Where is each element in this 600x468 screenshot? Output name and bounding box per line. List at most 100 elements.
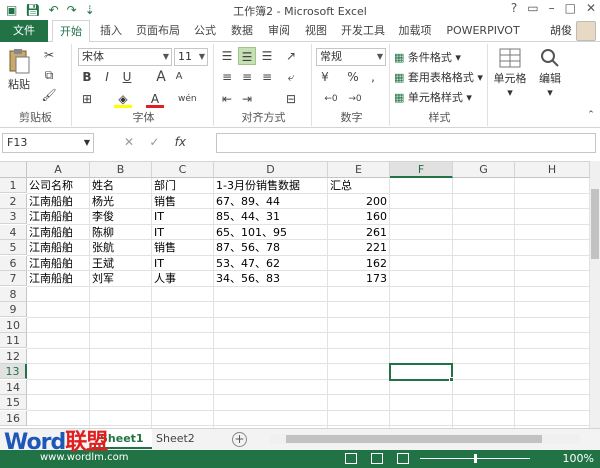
cell-styles-button[interactable]: ▦ 单元格样式 ▾ [394, 89, 472, 105]
row-header-11[interactable]: 11 [0, 333, 27, 348]
tab-data[interactable]: 数据 [225, 20, 259, 42]
cell-d1[interactable]: 1-3月份销售数据 [214, 178, 328, 193]
tab-view[interactable]: 视图 [299, 20, 333, 42]
zoom-level[interactable]: 100% [563, 452, 594, 465]
cell-e2[interactable]: 200 [328, 194, 390, 209]
cell-d2[interactable]: 67、89、44 [214, 194, 328, 209]
currency-icon[interactable]: ¥ [316, 68, 334, 86]
align-left-icon[interactable]: ≡ [218, 68, 236, 86]
cell-e4[interactable]: 261 [328, 225, 390, 240]
maximize-icon[interactable]: □ [565, 1, 576, 15]
column-header-d[interactable]: D [214, 162, 328, 178]
phonetic-button[interactable]: wén [178, 90, 197, 108]
border-icon[interactable]: ⊞ [78, 90, 96, 108]
conditional-format-button[interactable]: ▦ 条件格式 ▾ [394, 49, 461, 65]
format-as-table-button[interactable]: ▦ 套用表格格式 ▾ [394, 69, 483, 85]
merge-center-icon[interactable]: ⊟ [282, 90, 300, 108]
select-all-corner[interactable] [0, 162, 27, 178]
align-top-icon[interactable]: ☰ [218, 47, 236, 65]
editing-button[interactable]: 编辑 ▾ [532, 48, 568, 99]
name-box[interactable]: F13 ▼ [2, 133, 94, 153]
column-header-c[interactable]: C [152, 162, 214, 178]
collapse-ribbon-icon[interactable]: ⌃ [582, 106, 600, 124]
avatar[interactable] [576, 21, 596, 41]
row-header-4[interactable]: 4 [0, 224, 27, 240]
row-header-15[interactable]: 15 [0, 395, 27, 410]
align-bottom-icon[interactable]: ☰ [258, 47, 276, 65]
italic-button[interactable]: I [98, 68, 116, 86]
font-name-select[interactable]: 宋体 ▼ [78, 48, 172, 66]
normal-view-icon[interactable] [345, 453, 357, 464]
page-layout-view-icon[interactable] [371, 453, 383, 464]
cell-c6[interactable]: IT [152, 256, 214, 271]
grow-font-button[interactable]: A [152, 68, 170, 86]
font-size-select[interactable]: 11 ▼ [174, 48, 208, 66]
cell-b5[interactable]: 张航 [90, 240, 152, 255]
horizontal-scrollbar[interactable] [270, 434, 580, 444]
cell-a4[interactable]: 江南船舶 [27, 225, 90, 240]
selected-cell-outline[interactable] [389, 363, 453, 381]
close-icon[interactable]: ✕ [586, 1, 596, 15]
row-header-7[interactable]: 7 [0, 271, 27, 286]
ribbon-display-icon[interactable]: ▭ [527, 1, 538, 15]
tab-page-layout[interactable]: 页面布局 [131, 20, 185, 42]
align-center-icon[interactable]: ≡ [238, 68, 256, 86]
cell-d5[interactable]: 87、56、78 [214, 240, 328, 255]
page-break-view-icon[interactable] [397, 453, 409, 464]
row-header-13[interactable]: 13 [0, 364, 27, 379]
tab-powerpivot[interactable]: POWERPIVOT [440, 20, 526, 42]
column-header-b[interactable]: B [90, 162, 152, 178]
font-color-button[interactable]: A [146, 90, 164, 108]
increase-indent-icon[interactable]: ⇥ [238, 90, 256, 108]
column-header-a[interactable]: A [27, 162, 90, 178]
help-icon[interactable]: ? [511, 1, 517, 15]
cell-b7[interactable]: 刘军 [90, 271, 152, 286]
row-header-2[interactable]: 2 [0, 193, 27, 209]
user-name[interactable]: 胡俊 [550, 20, 572, 42]
number-format-select[interactable]: 常规 ▼ [316, 48, 386, 66]
tab-review[interactable]: 审阅 [262, 20, 296, 42]
percent-button[interactable]: % [344, 68, 362, 86]
cell-a7[interactable]: 江南船舶 [27, 271, 90, 286]
enter-icon[interactable]: ✓ [149, 135, 159, 149]
minimize-icon[interactable]: – [549, 1, 555, 15]
tab-developer[interactable]: 开发工具 [336, 20, 390, 42]
cell-d7[interactable]: 34、56、83 [214, 271, 328, 286]
decrease-indent-icon[interactable]: ⇤ [218, 90, 236, 108]
cell-d6[interactable]: 53、47、62 [214, 256, 328, 271]
format-painter-icon[interactable]: 🖌︎ [40, 86, 58, 104]
row-header-10[interactable]: 10 [0, 317, 27, 333]
formula-input[interactable] [216, 133, 596, 153]
copy-icon[interactable]: ⧉ [40, 66, 58, 84]
cell-e3[interactable]: 160 [328, 209, 390, 224]
row-header-1[interactable]: 1 [0, 178, 27, 193]
decrease-decimal-icon[interactable]: →0 [346, 90, 364, 108]
zoom-slider-handle[interactable] [474, 454, 477, 463]
underline-button[interactable]: U [118, 68, 136, 86]
cell-b3[interactable]: 李俊 [90, 209, 152, 224]
paste-button[interactable]: 粘贴 [4, 48, 34, 92]
cell-a6[interactable]: 江南船舶 [27, 256, 90, 271]
column-header-e[interactable]: E [328, 162, 390, 178]
row-header-6[interactable]: 6 [0, 255, 27, 271]
cell-c5[interactable]: 销售 [152, 240, 214, 255]
cancel-icon[interactable]: ✕ [124, 135, 134, 149]
row-header-8[interactable]: 8 [0, 286, 27, 302]
cell-d3[interactable]: 85、44、31 [214, 209, 328, 224]
bold-button[interactable]: B [78, 68, 96, 86]
column-header-h[interactable]: H [515, 162, 590, 178]
add-sheet-icon[interactable]: + [232, 432, 247, 447]
fill-handle[interactable] [449, 376, 454, 382]
cell-c4[interactable]: IT [152, 225, 214, 240]
fill-color-icon[interactable]: ◈ [114, 90, 132, 108]
sheet-tab-sheet2[interactable]: Sheet2 [148, 429, 203, 449]
shrink-font-button[interactable]: A [170, 68, 188, 86]
align-right-icon[interactable]: ≡ [258, 68, 276, 86]
cut-icon[interactable]: ✂ [40, 46, 58, 64]
cell-e1[interactable]: 汇总 [328, 178, 390, 193]
scroll-thumb[interactable] [286, 435, 542, 443]
column-header-f[interactable]: F [390, 162, 453, 178]
tab-home[interactable]: 开始 [52, 20, 90, 43]
cell-e6[interactable]: 162 [328, 256, 390, 271]
comma-button[interactable]: , [364, 68, 382, 86]
